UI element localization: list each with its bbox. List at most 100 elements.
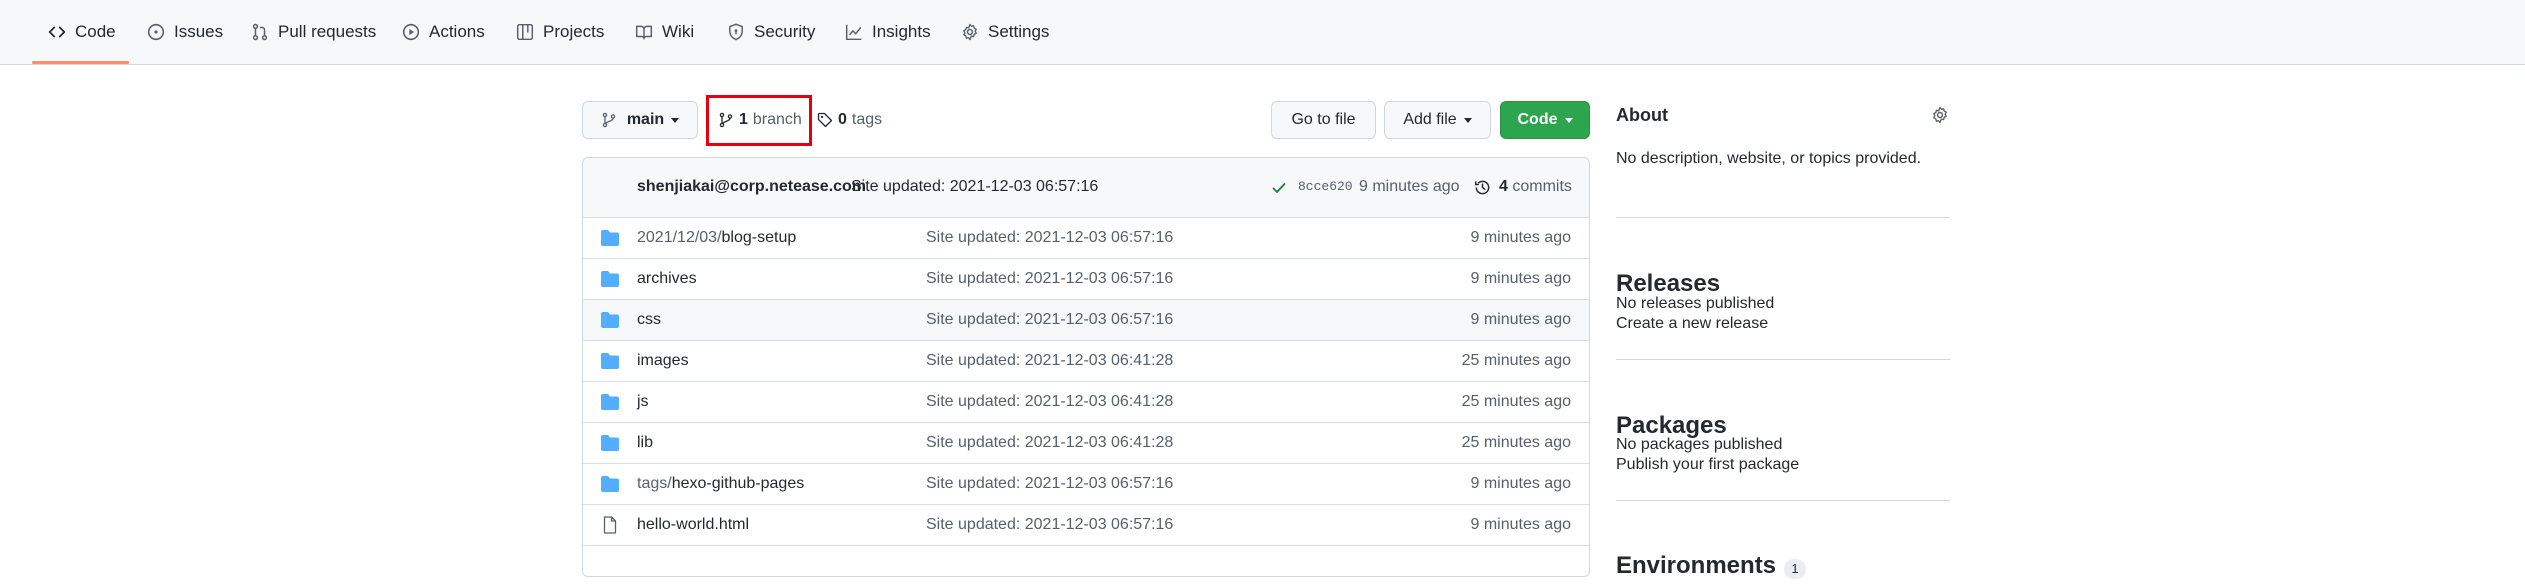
table-row[interactable]: js Site updated: 2021-12-03 06:41:28 25 … <box>583 381 1589 422</box>
tab-label: Security <box>754 22 816 41</box>
commit-author-link[interactable]: shenjiakai@corp.netease.com <box>637 178 866 196</box>
code-dropdown-button[interactable]: Code <box>1500 101 1590 139</box>
file-age: 25 minutes ago <box>1461 434 1571 451</box>
table-row[interactable]: tags/hexo-github-pages Site updated: 202… <box>583 463 1589 504</box>
tab-code[interactable]: Code <box>48 0 116 64</box>
commit-message-link[interactable]: Site updated: 2021-12-03 06:57:16 <box>851 178 1098 196</box>
table-row[interactable]: lib Site updated: 2021-12-03 06:41:28 25… <box>583 422 1589 463</box>
file-name: blog-setup <box>721 229 797 246</box>
file-browser: shenjiakai@corp.netease.com Site updated… <box>582 157 1590 577</box>
tab-pull-requests[interactable]: Pull requests <box>251 0 376 64</box>
file-name: css <box>637 311 661 328</box>
file-commit-message[interactable]: Site updated: 2021-12-03 06:57:16 <box>926 311 1173 329</box>
table-row[interactable]: archives Site updated: 2021-12-03 06:57:… <box>583 258 1589 299</box>
file-name-link[interactable]: archives <box>637 270 697 288</box>
file-name: hexo-github-pages <box>671 475 805 492</box>
go-to-file-button[interactable]: Go to file <box>1271 101 1376 139</box>
tab-insights[interactable]: Insights <box>845 0 931 64</box>
tab-label: Projects <box>543 22 605 41</box>
check-icon[interactable] <box>1271 180 1287 196</box>
file-age: 25 minutes ago <box>1461 352 1571 369</box>
folder-icon <box>601 394 619 410</box>
chevron-down-icon <box>1463 117 1472 123</box>
about-heading: About <box>1616 105 1668 125</box>
tab-issues[interactable]: Issues <box>147 0 223 64</box>
file-name-link[interactable]: images <box>637 352 689 370</box>
file-age: 9 minutes ago <box>1470 270 1571 287</box>
add-file-button[interactable]: Add file <box>1384 101 1491 139</box>
shield-icon <box>729 23 743 41</box>
file-name-link[interactable]: js <box>637 393 649 411</box>
releases-heading[interactable]: Releases <box>1616 270 1950 298</box>
gear-icon <box>963 23 977 41</box>
gear-icon[interactable] <box>1931 106 1949 124</box>
tab-label: Issues <box>174 22 224 41</box>
file-path-prefix: tags/ <box>637 475 672 492</box>
create-release-link[interactable]: Create a new release <box>1616 315 1950 333</box>
divider <box>1616 359 1950 360</box>
git-branch-icon <box>602 112 616 128</box>
chevron-down-icon <box>1564 117 1573 123</box>
latest-commit-bar: shenjiakai@corp.netease.com Site updated… <box>583 158 1589 218</box>
file-commit-message[interactable]: Site updated: 2021-12-03 06:57:16 <box>926 229 1173 247</box>
branch-selector-button[interactable]: main <box>582 101 698 139</box>
environments-heading[interactable]: Environments 1 <box>1616 552 1950 580</box>
divider <box>1616 217 1950 218</box>
file-path-prefix: 2021/12/03/ <box>637 229 722 246</box>
commit-sha-link[interactable]: 8cce620 <box>1298 179 1353 194</box>
file-age: 25 minutes ago <box>1461 393 1571 410</box>
folder-icon <box>601 271 619 287</box>
packages-empty-text: No packages published <box>1616 436 1783 453</box>
publish-package-link[interactable]: Publish your first package <box>1616 456 1950 474</box>
file-commit-message[interactable]: Site updated: 2021-12-03 06:41:28 <box>926 434 1173 452</box>
folder-icon <box>601 353 619 369</box>
folder-icon <box>601 476 619 492</box>
table-icon <box>516 23 534 41</box>
tab-actions[interactable]: Actions <box>402 0 485 64</box>
chevron-down-icon <box>671 117 680 123</box>
folder-icon <box>601 435 619 451</box>
file-name-link[interactable]: 2021/12/03/blog-setup <box>637 229 796 247</box>
file-commit-message[interactable]: Site updated: 2021-12-03 06:57:16 <box>926 270 1173 288</box>
file-name-link[interactable]: hello-world.html <box>637 516 749 534</box>
graph-icon <box>845 24 862 41</box>
releases-empty-text: No releases published <box>1616 295 1775 312</box>
tags-link[interactable]: 0 tags <box>817 101 882 139</box>
book-icon <box>635 25 653 40</box>
tab-projects[interactable]: Projects <box>516 0 604 64</box>
tab-label: Wiki <box>662 22 695 41</box>
tab-label: Code <box>75 22 116 41</box>
file-age: 9 minutes ago <box>1470 229 1571 246</box>
environments-counter: 1 <box>1784 558 1807 579</box>
table-row[interactable]: hello-world.html Site updated: 2021-12-0… <box>583 504 1589 545</box>
table-row[interactable]: 2021/12/03/blog-setup Site updated: 2021… <box>583 217 1589 258</box>
tab-label: Pull requests <box>278 22 377 41</box>
file-commit-message[interactable]: Site updated: 2021-12-03 06:41:28 <box>926 393 1173 411</box>
file-age: 9 minutes ago <box>1470 475 1571 492</box>
file-icon <box>603 516 617 534</box>
file-name: archives <box>637 270 697 287</box>
file-name-link[interactable]: css <box>637 311 661 329</box>
add-file-label: Add file <box>1403 111 1457 128</box>
tab-settings[interactable]: Settings <box>961 0 1049 64</box>
issue-opened-icon <box>147 23 165 41</box>
file-name-link[interactable]: tags/hexo-github-pages <box>637 475 804 493</box>
table-row[interactable]: images Site updated: 2021-12-03 06:41:28… <box>583 340 1589 381</box>
file-name: hello-world.html <box>637 516 750 533</box>
commit-word: commits <box>1512 178 1572 195</box>
tab-label: Insights <box>872 22 931 41</box>
play-icon <box>402 23 420 41</box>
file-name: js <box>637 393 649 410</box>
history-icon <box>1474 180 1490 195</box>
commits-link[interactable]: 4 commits <box>1499 178 1572 196</box>
tab-security[interactable]: Security <box>727 0 815 64</box>
commit-count: 4 <box>1499 178 1508 195</box>
file-commit-message[interactable]: Site updated: 2021-12-03 06:57:16 <box>926 516 1173 534</box>
file-commit-message[interactable]: Site updated: 2021-12-03 06:41:28 <box>926 352 1173 370</box>
tab-wiki[interactable]: Wiki <box>635 0 694 64</box>
file-name-link[interactable]: lib <box>637 434 653 452</box>
file-commit-message[interactable]: Site updated: 2021-12-03 06:57:16 <box>926 475 1173 493</box>
table-row[interactable]: css Site updated: 2021-12-03 06:57:16 9 … <box>583 299 1589 340</box>
repo-nav: Code Issues Pull requests Actions Projec… <box>0 0 2525 65</box>
git-pull-request-icon <box>252 23 268 41</box>
